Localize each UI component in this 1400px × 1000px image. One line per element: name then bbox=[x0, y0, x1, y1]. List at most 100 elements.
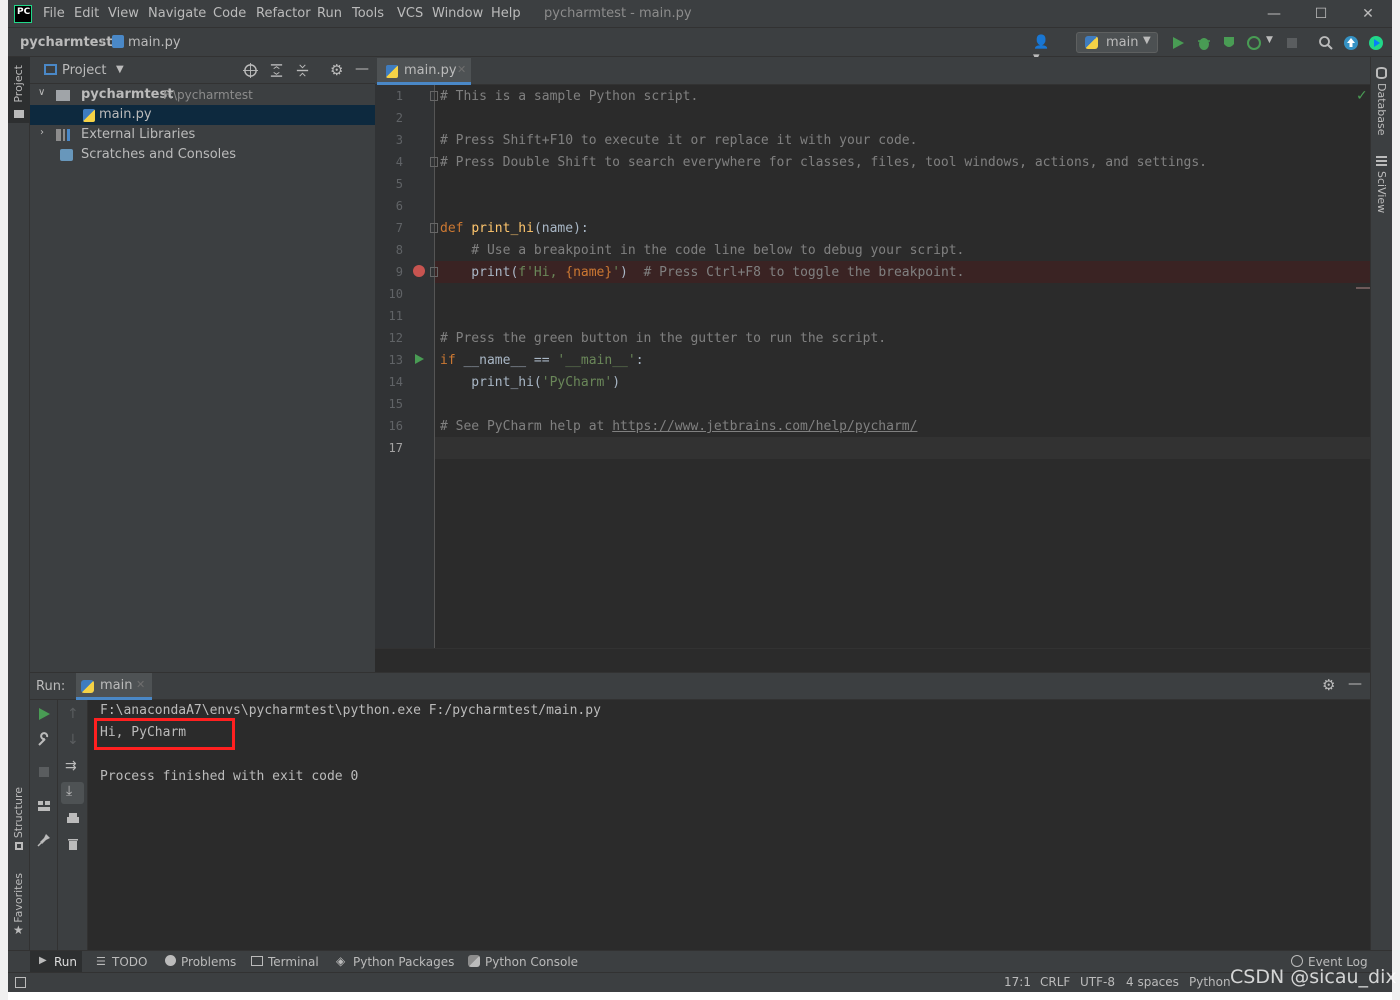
up-arrow-icon[interactable]: ↑ bbox=[67, 706, 79, 722]
file-encoding[interactable]: UTF-8 bbox=[1080, 975, 1115, 989]
menu-vcs[interactable]: VCS bbox=[397, 6, 423, 21]
structure-tool-button[interactable]: Structure bbox=[12, 787, 25, 838]
editor-gutter[interactable]: 1 2 3 4 5 6 7 8 9 10 11 12 13 14 15 16 1… bbox=[375, 85, 438, 648]
inspection-ok-icon[interactable]: ✓ bbox=[1356, 88, 1368, 104]
scroll-to-end-button[interactable]: ⤓ bbox=[61, 782, 84, 804]
menu-help[interactable]: Help bbox=[491, 6, 521, 21]
debug-icon[interactable] bbox=[1196, 35, 1212, 51]
library-icon bbox=[56, 129, 70, 141]
tool-tab-terminal[interactable]: Terminal bbox=[268, 955, 319, 969]
tab-close-icon[interactable]: ✕ bbox=[457, 63, 466, 76]
tree-row-project-root[interactable]: ∨ pycharmtest F:\pycharmtest bbox=[30, 85, 375, 105]
update-icon[interactable] bbox=[1343, 35, 1359, 51]
tool-tab-run[interactable]: ▶ Run bbox=[30, 951, 82, 973]
code-editor[interactable]: 1 2 3 4 5 6 7 8 9 10 11 12 13 14 15 16 1… bbox=[375, 85, 1370, 648]
locate-icon[interactable] bbox=[243, 63, 258, 78]
run-icon[interactable] bbox=[1170, 35, 1186, 51]
tool-tab-python-packages[interactable]: Python Packages bbox=[353, 955, 454, 969]
collapse-all-icon[interactable] bbox=[295, 63, 310, 78]
editor-tab-main-py[interactable]: main.py ✕ bbox=[377, 58, 471, 85]
tab-close-icon[interactable]: ✕ bbox=[136, 678, 145, 691]
line-separator[interactable]: CRLF bbox=[1040, 975, 1070, 989]
run-configuration-select[interactable]: main ▼ bbox=[1076, 32, 1158, 53]
favorites-tool-button[interactable]: Favorites bbox=[12, 873, 25, 923]
menu-code[interactable]: Code bbox=[213, 6, 246, 21]
project-view-dropdown-icon[interactable]: ▼ bbox=[116, 64, 124, 75]
toggle-tool-windows-icon[interactable] bbox=[15, 977, 26, 988]
help-link[interactable]: https://www.jetbrains.com/help/pycharm/ bbox=[612, 419, 917, 434]
caret-position[interactable]: 17:1 bbox=[1004, 975, 1031, 989]
run-tab-main[interactable]: main ✕ bbox=[76, 673, 152, 700]
tree-row-external-libraries[interactable]: › External Libraries bbox=[30, 125, 375, 145]
menu-run[interactable]: Run bbox=[317, 6, 342, 21]
hide-panel-icon[interactable]: — bbox=[1348, 676, 1362, 692]
menu-navigate[interactable]: Navigate bbox=[148, 6, 206, 21]
run-console[interactable]: F:\anacondaA7\envs\pycharmtest\python.ex… bbox=[88, 700, 1370, 950]
rerun-icon[interactable] bbox=[36, 706, 52, 722]
menu-refactor[interactable]: Refactor bbox=[256, 6, 311, 21]
breakpoint-icon[interactable] bbox=[413, 265, 425, 277]
gutter-run-icon[interactable] bbox=[413, 353, 425, 365]
tool-tab-todo[interactable]: TODO bbox=[112, 955, 147, 969]
python-icon bbox=[81, 680, 94, 693]
more-run-icon[interactable]: ▼ bbox=[1266, 35, 1273, 45]
project-tool-button[interactable]: Project bbox=[12, 65, 25, 103]
coverage-icon[interactable] bbox=[1221, 35, 1237, 51]
code-line-1: # This is a sample Python script. bbox=[440, 89, 699, 104]
code-line-8: # Use a breakpoint in the code line belo… bbox=[440, 243, 965, 258]
tool-tab-python-console[interactable]: Python Console bbox=[485, 955, 578, 969]
database-tool-button[interactable]: Database bbox=[1375, 83, 1388, 136]
stop-icon[interactable] bbox=[36, 764, 52, 780]
fold-icon[interactable] bbox=[430, 157, 438, 167]
tree-row-scratches[interactable]: Scratches and Consoles bbox=[30, 145, 375, 165]
trash-icon[interactable] bbox=[65, 836, 81, 852]
pin-icon[interactable] bbox=[36, 832, 52, 848]
search-icon[interactable] bbox=[1318, 35, 1334, 51]
hide-panel-icon[interactable]: — bbox=[355, 61, 369, 77]
indent-setting[interactable]: 4 spaces bbox=[1126, 975, 1179, 989]
fold-icon[interactable] bbox=[430, 223, 438, 233]
expand-all-icon[interactable] bbox=[269, 63, 284, 78]
tool-tab-problems[interactable]: Problems bbox=[181, 955, 236, 969]
breadcrumb-project[interactable]: pycharmtest bbox=[20, 35, 112, 50]
status-bar: 17:1 CRLF UTF-8 4 spaces Python bbox=[8, 972, 1392, 992]
code-line-16: # See PyCharm help at https://www.jetbra… bbox=[440, 419, 918, 434]
soft-wrap-icon[interactable]: ⇉ bbox=[65, 758, 77, 774]
profile-icon[interactable] bbox=[1246, 35, 1262, 51]
window-title: pycharmtest - main.py bbox=[544, 6, 692, 21]
project-panel-title[interactable]: Project bbox=[62, 63, 106, 78]
python-file-icon bbox=[112, 35, 124, 48]
wrench-icon[interactable] bbox=[36, 732, 52, 748]
menu-edit[interactable]: Edit bbox=[74, 6, 99, 21]
settings-gear-icon[interactable]: ⚙ bbox=[330, 61, 343, 79]
tree-label: External Libraries bbox=[81, 127, 196, 142]
run-configuration-label: main bbox=[1106, 35, 1139, 50]
layout-icon[interactable] bbox=[36, 798, 52, 814]
close-icon[interactable]: ✕ bbox=[1358, 4, 1378, 24]
expand-chevron-icon[interactable]: ∨ bbox=[38, 87, 45, 98]
stop-icon[interactable] bbox=[1284, 35, 1300, 51]
menu-file[interactable]: File bbox=[43, 6, 65, 21]
print-icon[interactable] bbox=[65, 811, 81, 827]
error-stripe-mark[interactable] bbox=[1356, 287, 1370, 289]
python-interpreter[interactable]: Python bbox=[1189, 975, 1231, 989]
settings-gear-icon[interactable]: ⚙ bbox=[1322, 676, 1335, 694]
tree-row-main-py[interactable]: main.py bbox=[30, 105, 375, 125]
line-number: 2 bbox=[395, 111, 403, 125]
sciview-tool-button[interactable]: SciView bbox=[1375, 171, 1388, 213]
minimize-icon[interactable]: — bbox=[1264, 4, 1284, 24]
red-highlight-box bbox=[94, 718, 235, 750]
fold-icon[interactable] bbox=[430, 267, 438, 277]
fold-icon[interactable] bbox=[430, 91, 438, 101]
collapse-chevron-icon[interactable]: › bbox=[40, 127, 44, 138]
breadcrumb-file[interactable]: main.py bbox=[128, 35, 181, 50]
menu-view[interactable]: View bbox=[108, 6, 139, 21]
menu-tools[interactable]: Tools bbox=[352, 6, 384, 21]
menu-window[interactable]: Window bbox=[432, 6, 483, 21]
down-arrow-icon[interactable]: ↓ bbox=[67, 732, 79, 748]
user-icon[interactable]: 👤▾ bbox=[1033, 35, 1049, 65]
maximize-icon[interactable]: ☐ bbox=[1311, 4, 1331, 24]
line-number: 5 bbox=[395, 177, 403, 191]
tree-label: main.py bbox=[99, 107, 152, 122]
plugin-icon[interactable] bbox=[1368, 35, 1384, 51]
